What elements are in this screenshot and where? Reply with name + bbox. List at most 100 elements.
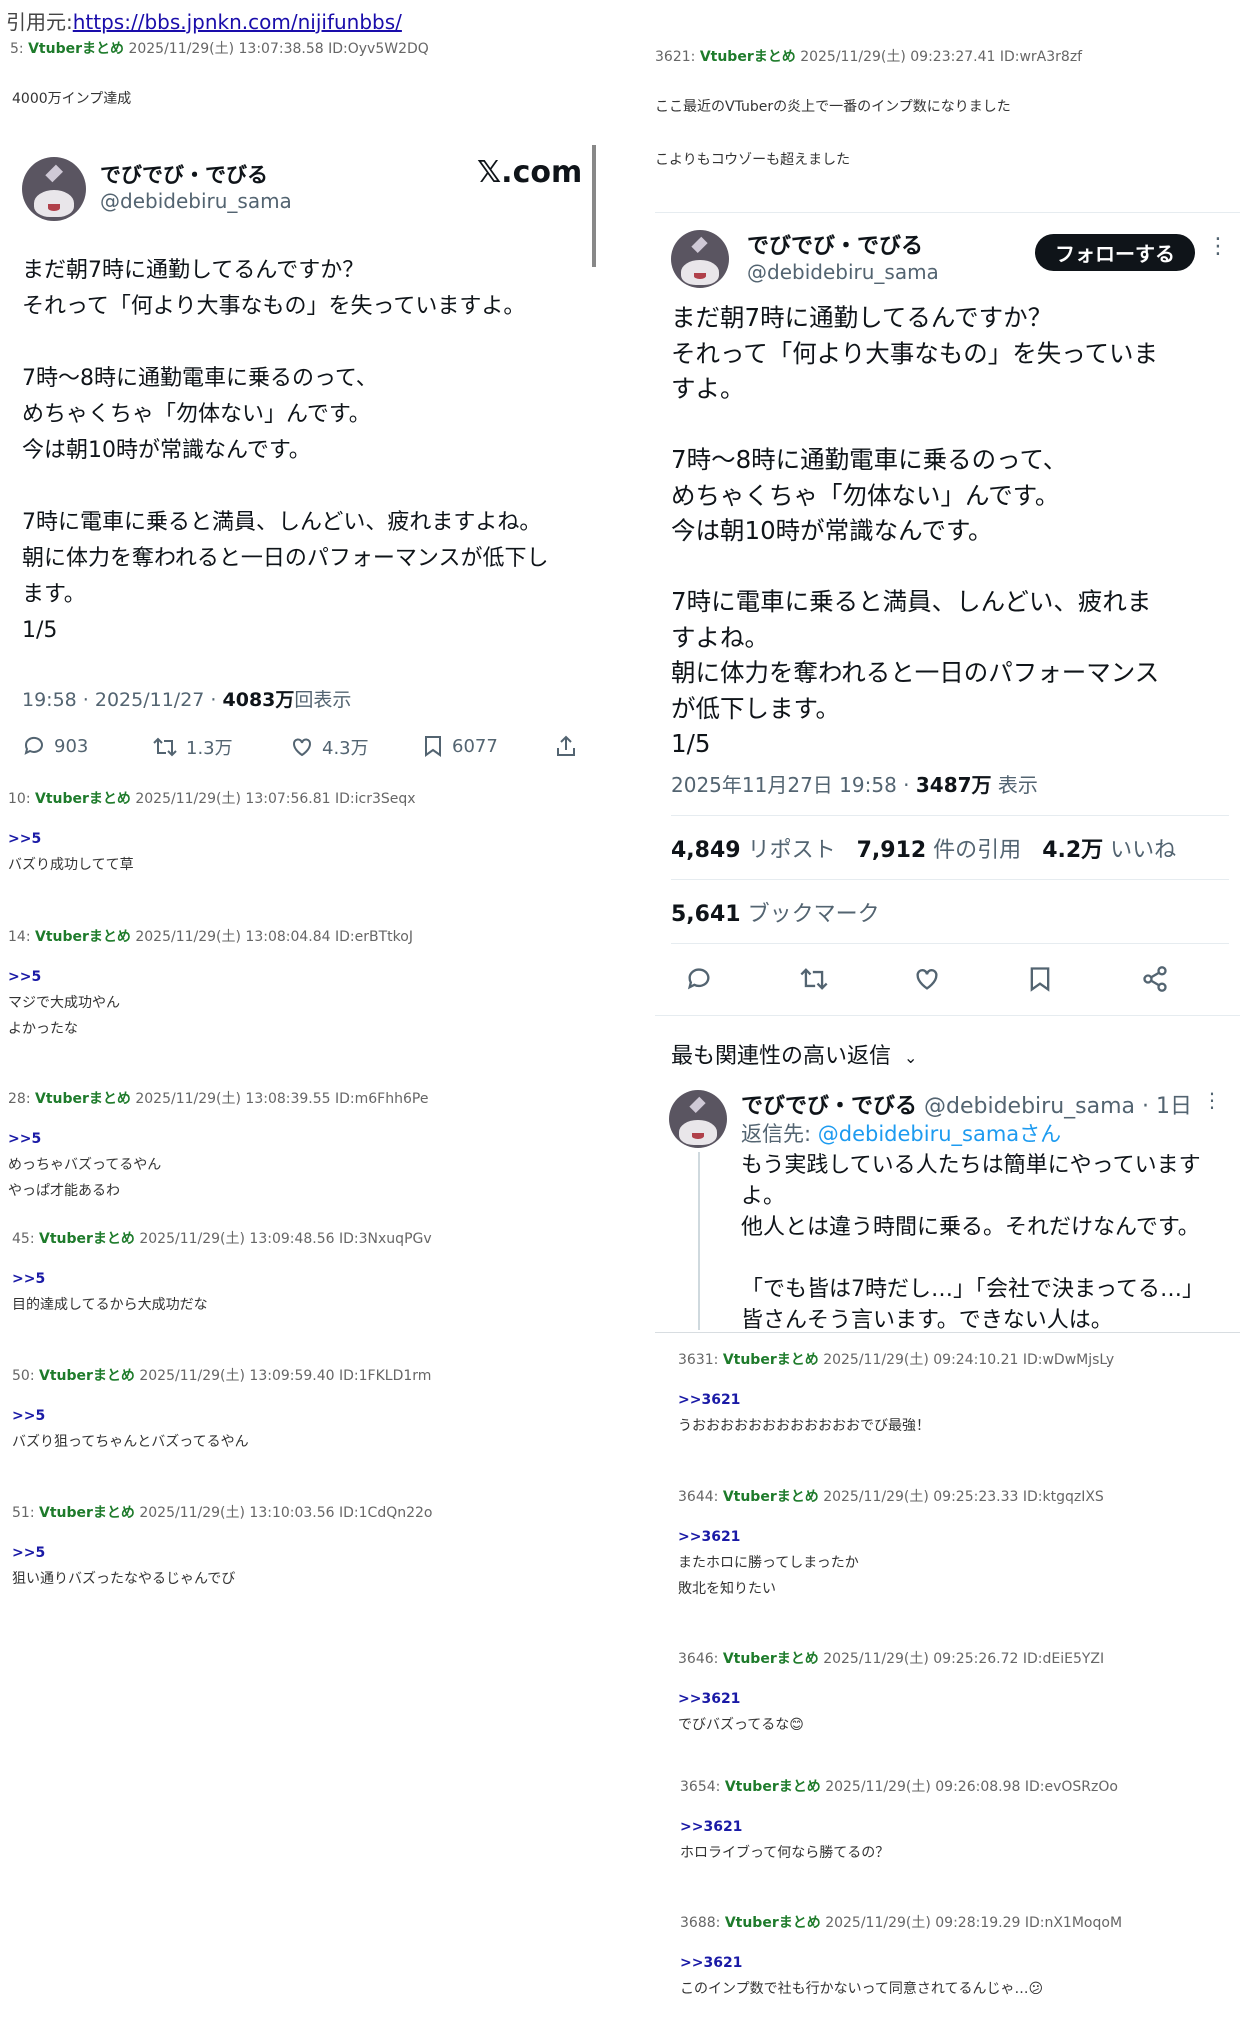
post: 3654: Vtuberまとめ 2025/11/29(土) 09:26:08.9…: [680, 1776, 1122, 1912]
reply-count: 903: [54, 735, 89, 757]
source-link[interactable]: https://bbs.jpnkn.com/nijifunbbs/: [73, 10, 402, 34]
reply-anchor[interactable]: >>3621: [680, 1950, 1122, 1976]
reply-icon: [687, 968, 710, 990]
x-logo: 𝕏.com: [477, 155, 583, 190]
reply-icon: [24, 736, 43, 755]
post-line: またホロに勝ってしまったか: [678, 1555, 859, 1571]
right-posts: 3631: Vtuberまとめ 2025/11/29(土) 09:24:10.2…: [678, 1349, 1122, 2012]
follow-button[interactable]: フォローする: [1035, 234, 1195, 271]
likes-stat[interactable]: 4.2万 いいね: [1042, 838, 1176, 863]
post-body: >>3621 うおおおおおおおおおおおおでび最強！: [678, 1387, 1120, 1439]
retweet-icon: [153, 737, 177, 757]
retweet-button[interactable]: 1.3万: [152, 734, 233, 760]
bookmark-button[interactable]: 6077: [422, 734, 498, 758]
display-name[interactable]: でびでび・でびる: [747, 228, 923, 260]
reply-anchor[interactable]: >>3621: [680, 1814, 1122, 1840]
post-info: 2025/11/29(土) 09:26:08.98 ID:evOSRzOo: [825, 1779, 1118, 1795]
repost-button[interactable]: [799, 965, 829, 993]
post-info: 2025/11/29(土) 13:07:38.58 ID:Oyv5W2DQ: [128, 41, 429, 57]
bookmarks-stat[interactable]: 5,641 ブックマーク: [671, 896, 880, 928]
reply-anchor[interactable]: >>3621: [678, 1387, 1120, 1413]
post-line: 目的達成してるから大成功だな: [12, 1297, 208, 1313]
post-number: 14:: [8, 929, 31, 945]
reposts-stat[interactable]: 4,849 リポスト: [671, 838, 836, 863]
reply-button[interactable]: 903: [22, 734, 88, 758]
quotes-stat[interactable]: 7,912 件の引用: [857, 838, 1022, 863]
post-number: 3621:: [655, 49, 696, 65]
post-number: 10:: [8, 791, 31, 807]
post-body: >>5 狙い通りバズったなやるじゃんでび: [12, 1540, 432, 1592]
reply-text-clip: もう実践している人たちは簡単にやっています よ。 他人とは違う時間に乗る。それだ…: [741, 1150, 1241, 1332]
tweet-text: まだ朝7時に通勤してるんですか？ それって「何より大事なもの」を失っていますよ。…: [22, 258, 549, 643]
poster-name: Vtuberまとめ: [34, 791, 131, 807]
reply-anchor[interactable]: >>3621: [678, 1524, 1120, 1550]
tweet-time[interactable]: 2025年11月27日 19:58 ·: [671, 773, 916, 797]
scrollbar[interactable]: [592, 145, 596, 267]
tweet-meta: 2025年11月27日 19:58 · 3487万 表示: [671, 769, 1038, 798]
handle[interactable]: @debidebiru_sama: [100, 189, 292, 213]
share-button[interactable]: [1141, 965, 1169, 993]
reply-anchor[interactable]: >>5: [12, 1540, 432, 1566]
post: 45: Vtuberまとめ 2025/11/29(土) 13:09:48.56 …: [12, 1228, 432, 1365]
repost-icon: [800, 968, 828, 990]
avatar[interactable]: [671, 230, 729, 288]
post-header: 3646: Vtuberまとめ 2025/11/29(土) 09:25:26.7…: [678, 1648, 1120, 1668]
handle[interactable]: @debidebiru_sama · 1日: [924, 1094, 1192, 1119]
reply-anchor[interactable]: >>5: [12, 1266, 432, 1292]
poster-name: Vtuberまとめ: [34, 929, 131, 945]
avatar[interactable]: [22, 157, 86, 221]
post-info: 2025/11/29(土) 13:08:04.84 ID:erBTtkoJ: [135, 929, 413, 945]
reply-anchor[interactable]: >>5: [8, 826, 428, 852]
engagement-stats: 4,849 リポスト 7,912 件の引用 4.2万 いいね: [671, 832, 1176, 864]
avatar[interactable]: [669, 1090, 727, 1148]
more-options-icon[interactable]: ⋮: [1207, 234, 1229, 259]
post-info: 2025/11/29(土) 13:07:56.81 ID:icr3Seqx: [135, 791, 416, 807]
post-header: 10: Vtuberまとめ 2025/11/29(土) 13:07:56.81 …: [8, 788, 428, 808]
reply-anchor[interactable]: >>5: [8, 964, 428, 990]
post-number: 3644:: [678, 1489, 719, 1505]
post-number: 45:: [12, 1231, 35, 1247]
reply-sort-label: 最も関連性の高い返信: [671, 1044, 892, 1069]
reply-anchor[interactable]: >>5: [8, 1126, 428, 1152]
post-body: >>3621 ホロライブって何なら勝てるの？: [680, 1814, 1122, 1866]
like-button[interactable]: [913, 965, 941, 993]
post-body: >>5 バズり成功してて草: [8, 826, 428, 878]
post-header: 51: Vtuberまとめ 2025/11/29(土) 13:10:03.56 …: [12, 1502, 432, 1522]
bookmark-icon: [1030, 967, 1050, 992]
like-button[interactable]: 4.3万: [290, 734, 369, 760]
more-options-icon[interactable]: ⋮: [1202, 1088, 1222, 1112]
reply-anchor[interactable]: >>3621: [678, 1686, 1120, 1712]
post-body: >>3621 このインプ数で社も行かないって同意されてるんじゃ…😕: [680, 1950, 1122, 2002]
bookmark-count: 5,641: [671, 902, 741, 927]
display-name[interactable]: でびでび・でびる: [741, 1094, 917, 1119]
share-button[interactable]: [554, 734, 578, 758]
post: 14: Vtuberまとめ 2025/11/29(土) 13:08:04.84 …: [8, 926, 428, 1088]
view-label: 回表示: [294, 689, 352, 711]
tweet-card-left[interactable]: でびでび・でびる @debidebiru_sama 𝕏.com まだ朝7時に通勤…: [22, 145, 596, 765]
tweet-time[interactable]: 19:58 · 2025/11/27 ·: [22, 689, 223, 711]
reply-to-link[interactable]: @debidebiru_samaさん: [818, 1122, 1061, 1146]
chevron-down-icon: ⌄: [904, 1048, 918, 1067]
post-line: やっぱ才能あるわ: [8, 1183, 120, 1199]
post-info: 2025/11/29(土) 13:10:03.56 ID:1CdQn22o: [139, 1505, 433, 1521]
post-number: 3646:: [678, 1651, 719, 1667]
post-line: マジで大成功やん: [8, 995, 120, 1011]
reply-button[interactable]: [685, 965, 713, 993]
left-posts: 10: Vtuberまとめ 2025/11/29(土) 13:07:56.81 …: [8, 788, 432, 1602]
bookmark-label: ブックマーク: [740, 902, 880, 927]
tweet-card-right[interactable]: でびでび・でびる @debidebiru_sama フォローする ⋮ まだ朝7時…: [655, 212, 1240, 1332]
reply-anchor[interactable]: >>5: [12, 1403, 432, 1429]
post-line: うおおおおおおおおおおおおでび最強！: [678, 1418, 930, 1434]
retweet-count: 1.3万: [186, 738, 233, 759]
post-header: 3688: Vtuberまとめ 2025/11/29(土) 09:28:19.2…: [680, 1912, 1122, 1932]
heart-icon: [293, 738, 311, 757]
post-header: 3644: Vtuberまとめ 2025/11/29(土) 09:25:23.3…: [678, 1486, 1120, 1506]
bookmark-button[interactable]: [1027, 965, 1053, 993]
reply-sort-dropdown[interactable]: 最も関連性の高い返信 ⌄: [671, 1038, 917, 1070]
post-body: >>3621 またホロに勝ってしまったか 敗北を知りたい: [678, 1524, 1120, 1602]
display-name[interactable]: でびでび・でびる: [100, 159, 268, 189]
post: 3644: Vtuberまとめ 2025/11/29(土) 09:25:23.3…: [678, 1486, 1120, 1648]
source-line: 引用元:https://bbs.jpnkn.com/nijifunbbs/: [6, 6, 402, 35]
handle[interactable]: @debidebiru_sama: [747, 260, 939, 284]
